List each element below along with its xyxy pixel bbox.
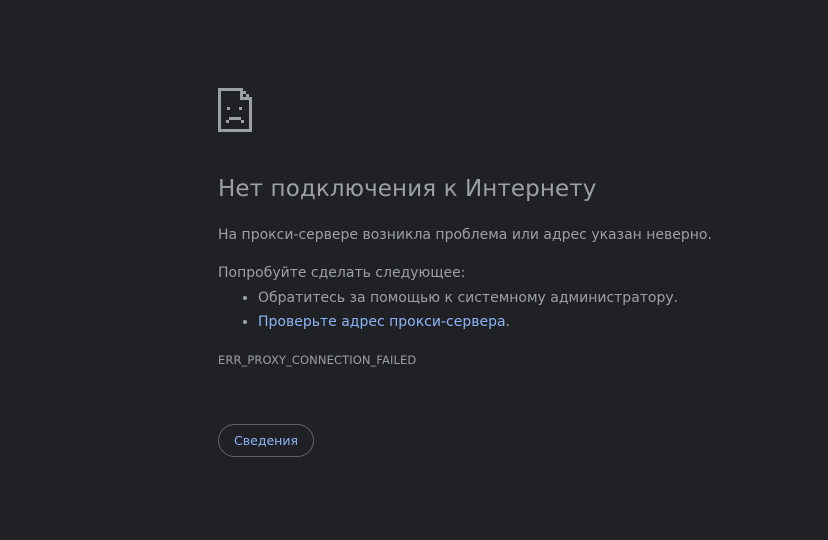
sad-page-icon xyxy=(218,88,252,132)
page-title: Нет подключения к Интернету xyxy=(218,176,597,202)
suggestions-heading: Попробуйте сделать следующее: xyxy=(218,265,466,281)
check-proxy-link[interactable]: Проверьте адрес прокси-сервера xyxy=(258,314,506,330)
details-button[interactable]: Сведения xyxy=(218,424,314,457)
suggestion-check-proxy-suffix: . xyxy=(505,314,510,330)
suggestions-list: Обратитесь за помощью к системному админ… xyxy=(218,289,678,337)
error-summary: На прокси-сервере возникла проблема или … xyxy=(218,227,712,243)
suggestion-contact-admin-text: Обратитесь за помощью к системному админ… xyxy=(258,290,679,306)
suggestion-contact-admin: Обратитесь за помощью к системному админ… xyxy=(258,289,678,313)
error-code: ERR_PROXY_CONNECTION_FAILED xyxy=(218,353,417,367)
suggestion-check-proxy: Проверьте адрес прокси-сервера. xyxy=(258,313,678,337)
